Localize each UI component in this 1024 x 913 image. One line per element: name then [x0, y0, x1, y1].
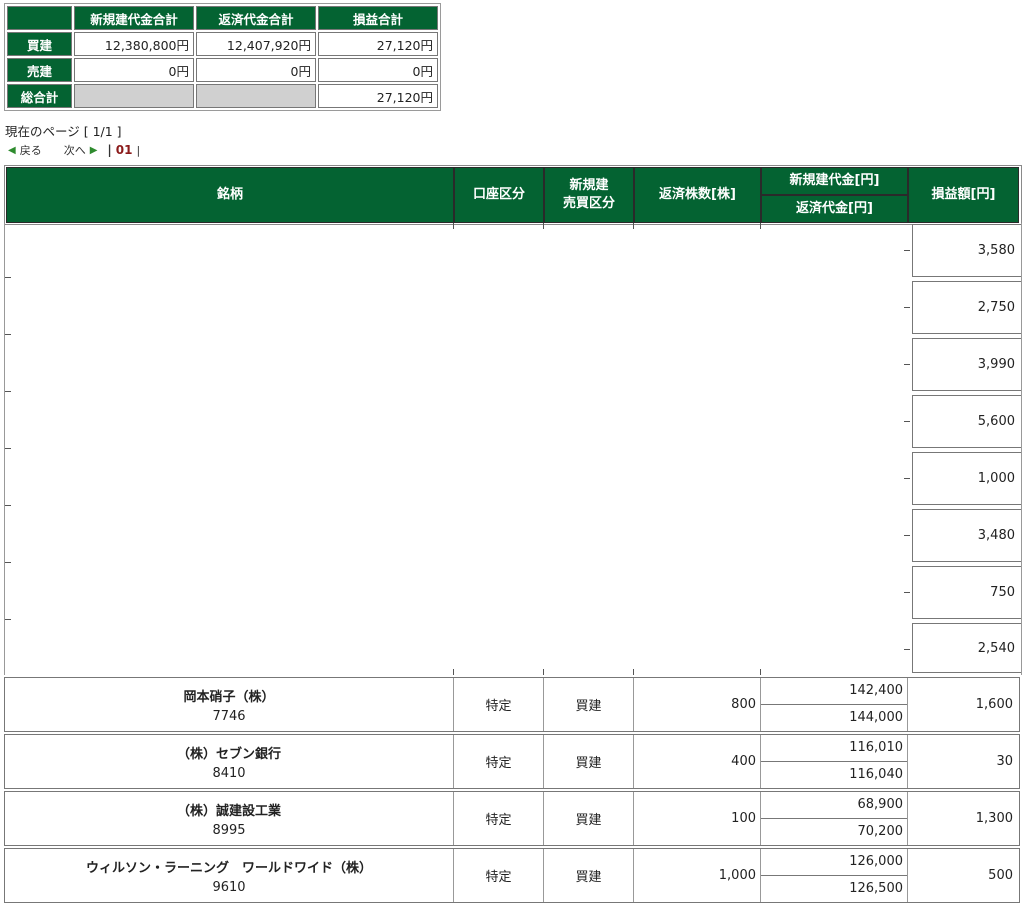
stock-code: 7746 [212, 708, 246, 724]
page-number-link[interactable]: 01 [116, 143, 133, 157]
pl-amount: 500 [988, 868, 1013, 883]
stock-cell: （株）セブン銀行 8410 [5, 735, 454, 788]
summary-close-total [196, 84, 316, 108]
header-side-line2: 売買区分 [562, 196, 615, 211]
page-info: 現在のページ [ 1/1 ] [5, 124, 122, 139]
blank-row-pl: 1,000 [912, 452, 1021, 505]
pager: ◀ 戻る 次へ ▶ | 01 | [8, 142, 140, 158]
pl-amount: 1,600 [975, 697, 1013, 712]
trade-side: 買建 [544, 678, 634, 731]
new-amount: 126,000 [761, 849, 907, 876]
amount-cell: 142,400 144,000 [761, 678, 908, 731]
page-separator: | [107, 143, 112, 157]
trade-side: 買建 [544, 849, 634, 902]
summary-row-label: 総合計 [7, 84, 72, 108]
blank-row-pl: 3,580 [912, 224, 1021, 277]
new-amount: 116,010 [761, 735, 907, 762]
header-name: 銘柄 [6, 167, 454, 223]
table-row: （株）誠建設工業 8995 特定 買建 100 68,900 70,200 1,… [4, 791, 1020, 846]
amount-cell: 116,010 116,040 [761, 735, 908, 788]
blank-row-pl: 2,540 [912, 623, 1021, 673]
header-pl: 損益額[円] [908, 167, 1019, 223]
table-row: 岡本硝子（株） 7746 特定 買建 800 142,400 144,000 1… [4, 677, 1020, 732]
summary-header-close-total: 返済代金合計 [196, 6, 316, 30]
stock-code: 8995 [212, 822, 246, 838]
header-side: 新規建 売買区分 [544, 167, 634, 223]
positions-table-header: 銘柄 口座区分 新規建 売買区分 返済株数[株] 新規建代金[円] 返済代金[円… [5, 166, 1021, 224]
close-amount: 70,200 [857, 824, 904, 840]
summary-new-total [74, 84, 194, 108]
header-close-amount: 返済代金[円] [761, 195, 908, 223]
table-row: ウィルソン・ラーニング ワールドワイド（株） 9610 特定 買建 1,000 … [4, 848, 1020, 903]
blank-row-pl: 3,990 [912, 338, 1021, 391]
summary-pl: 27,120円 [318, 84, 438, 108]
pl-amount: 30 [996, 754, 1013, 769]
blank-row-pl: 2,750 [912, 281, 1021, 334]
close-amount: 116,040 [849, 767, 903, 783]
stock-cell: （株）誠建設工業 8995 [5, 792, 454, 845]
page-separator-end: | [136, 143, 141, 157]
summary-new-total: 12,380,800円 [74, 32, 194, 56]
summary-pl: 0円 [318, 58, 438, 82]
new-amount: 142,400 [761, 678, 907, 705]
amount-cell: 126,000 126,500 [761, 849, 908, 902]
header-new-amount: 新規建代金[円] [761, 167, 908, 195]
prev-link[interactable]: 戻る [20, 142, 42, 158]
summary-row-total: 総合計 27,120円 [7, 84, 438, 108]
summary-close-total: 12,407,920円 [196, 32, 316, 56]
stock-cell: ウィルソン・ラーニング ワールドワイド（株） 9610 [5, 849, 454, 902]
blank-row-pl: 3,480 [912, 509, 1021, 562]
summary-table: 新規建代金合計 返済代金合計 損益合計 買建 12,380,800円 12,40… [4, 3, 441, 111]
summary-row-label: 買建 [7, 32, 72, 56]
next-link[interactable]: 次へ [64, 142, 86, 158]
summary-corner [7, 6, 72, 30]
close-qty: 400 [634, 735, 761, 788]
stock-code: 9610 [212, 879, 246, 895]
summary-row-label: 売建 [7, 58, 72, 82]
new-amount: 68,900 [761, 792, 907, 819]
summary-row-buy: 買建 12,380,800円 12,407,920円 27,120円 [7, 32, 438, 56]
header-qty: 返済株数[株] [634, 167, 761, 223]
stock-name: ウィルソン・ラーニング ワールドワイド（株） [85, 860, 372, 876]
blank-row-pl: 5,600 [912, 395, 1021, 448]
account-type: 特定 [454, 678, 544, 731]
summary-pl: 27,120円 [318, 32, 438, 56]
stock-code: 8410 [212, 765, 246, 781]
table-row: （株）セブン銀行 8410 特定 買建 400 116,010 116,040 … [4, 734, 1020, 789]
summary-header-new-total: 新規建代金合計 [74, 6, 194, 30]
stock-name: （株）セブン銀行 [176, 746, 281, 762]
trade-side: 買建 [544, 735, 634, 788]
close-qty: 100 [634, 792, 761, 845]
summary-header-pl: 損益合計 [318, 6, 438, 30]
close-amount: 126,500 [849, 881, 903, 897]
prev-arrow-icon: ◀ [8, 144, 16, 156]
account-type: 特定 [454, 735, 544, 788]
pl-amount: 1,300 [975, 811, 1013, 826]
next-arrow-icon: ▶ [89, 144, 98, 156]
header-side-line1: 新規建 [569, 178, 609, 194]
account-type: 特定 [454, 849, 544, 902]
summary-close-total: 0円 [196, 58, 316, 82]
stock-name: （株）誠建設工業 [176, 803, 281, 819]
close-qty: 800 [634, 678, 761, 731]
stock-name: 岡本硝子（株） [183, 689, 275, 705]
blank-rows-area: 3,580 2,750 3,990 5,600 1,000 3,480 750 … [4, 223, 1022, 675]
summary-new-total: 0円 [74, 58, 194, 82]
stock-cell: 岡本硝子（株） 7746 [5, 678, 454, 731]
header-account: 口座区分 [454, 167, 544, 223]
account-type: 特定 [454, 792, 544, 845]
close-amount: 144,000 [849, 710, 903, 726]
positions-table: 銘柄 口座区分 新規建 売買区分 返済株数[株] 新規建代金[円] 返済代金[円… [4, 165, 1022, 225]
trade-side: 買建 [544, 792, 634, 845]
amount-cell: 68,900 70,200 [761, 792, 908, 845]
blank-row-pl: 750 [912, 566, 1021, 619]
close-qty: 1,000 [634, 849, 761, 902]
summary-row-sell: 売建 0円 0円 0円 [7, 58, 438, 82]
